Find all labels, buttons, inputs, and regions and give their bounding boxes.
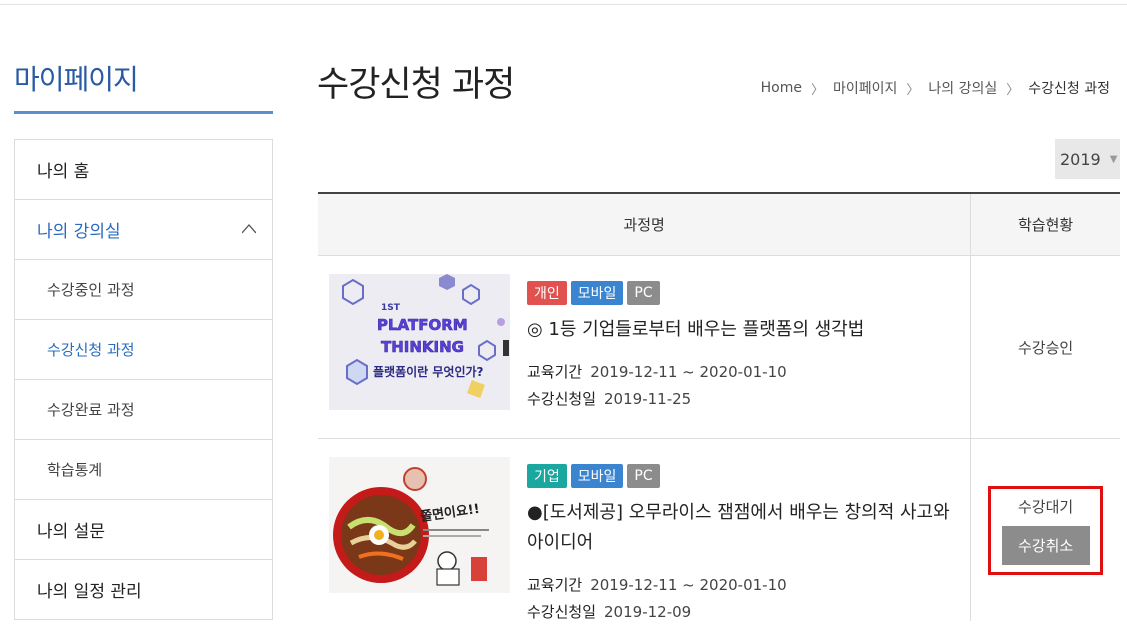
apply-value: 2019-11-25 (604, 390, 692, 408)
period-value: 2019-12-11 ~ 2020-01-10 (590, 363, 787, 381)
badge-type: 개인 (527, 281, 567, 305)
sidebar-item-label: 수강중인 과정 (47, 281, 135, 299)
year-select-value: 2019 (1060, 149, 1101, 169)
column-header-course: 과정명 (318, 194, 972, 255)
svg-text:THINKING: THINKING (381, 338, 464, 356)
sidebar-item-label: 나의 일정 관리 (37, 582, 142, 602)
sidebar-item-survey[interactable]: 나의 설문 (15, 500, 272, 560)
top-divider (0, 4, 1127, 5)
course-period: 교육기간 2019-12-11 ~ 2020-01-10 (527, 572, 957, 599)
sidebar-item-label: 학습통계 (47, 461, 103, 479)
sidebar-item-classroom[interactable]: 나의 강의실 (15, 200, 272, 260)
column-header-status: 학습현황 (1017, 216, 1074, 234)
breadcrumb-current: 수강신청 과정 (1028, 81, 1110, 97)
course-cell: 1ST PLATFORM THINKING 플랫폼이란 무엇인가? 개인 모바일… (318, 256, 972, 438)
svg-text:PLATFORM: PLATFORM (377, 316, 468, 334)
table-row: 1ST PLATFORM THINKING 플랫폼이란 무엇인가? 개인 모바일… (318, 256, 1120, 439)
sidebar-item-home[interactable]: 나의 홈 (15, 140, 272, 200)
sidebar-item-label: 나의 강의실 (37, 222, 121, 242)
sidebar-item-applied[interactable]: 수강신청 과정 (15, 320, 272, 380)
badge-group: 기업 모바일 PC (527, 464, 957, 488)
sidebar-item-label: 수강완료 과정 (47, 401, 135, 419)
status-cell: 수강승인 (971, 256, 1120, 438)
svg-text:1ST: 1ST (381, 303, 401, 313)
chevron-right-icon: 〉 (810, 82, 824, 98)
highlight-box: 수강대기 수강취소 (988, 485, 1104, 575)
year-select[interactable]: 2019 ▼ (1055, 139, 1120, 179)
course-title-link[interactable]: ●[도서제공] 오무라이스 잼잼에서 배우는 창의적 사고와 아이디어 (527, 498, 957, 558)
status-text: 수강승인 (1017, 338, 1074, 357)
apply-label: 수강신청일 (527, 390, 597, 408)
apply-value: 2019-12-09 (604, 603, 692, 621)
chevron-right-icon: 〉 (906, 82, 920, 98)
sidebar-item-label: 나의 홈 (37, 162, 90, 182)
course-apply-date: 수강신청일 2019-12-09 (527, 599, 957, 626)
caret-down-icon: ▼ (1109, 153, 1118, 165)
badge-group: 개인 모바일 PC (527, 281, 957, 305)
chevron-up-icon (242, 224, 256, 234)
period-label: 교육기간 (527, 363, 583, 381)
course-info: 개인 모바일 PC ◎ 1등 기업들로부터 배우는 플랫폼의 생각법 교육기간 2… (527, 281, 957, 413)
status-text: 수강대기 (1017, 497, 1074, 516)
sidebar-menu: 나의 홈 나의 강의실 수강중인 과정 수강신청 과정 수강완료 과정 학습통계… (14, 139, 273, 620)
sidebar-title: 마이페이지 (14, 63, 139, 96)
badge-mobile: 모바일 (570, 464, 624, 488)
breadcrumb-classroom[interactable]: 나의 강의실 (928, 78, 997, 98)
sidebar-item-label: 수강신청 과정 (47, 341, 135, 359)
svg-text:플랫폼이란 무엇인가?: 플랫폼이란 무엇인가? (373, 364, 484, 379)
badge-pc: PC (627, 281, 660, 305)
sidebar-item-label: 나의 설문 (37, 522, 105, 542)
cancel-enrollment-button[interactable]: 수강취소 (1001, 525, 1090, 565)
sidebar-item-completed[interactable]: 수강완료 과정 (15, 380, 272, 440)
course-table: 과정명 학습현황 1ST PLATFORM THINKING 플랫폼이란 무엇인… (318, 192, 1120, 621)
sidebar-item-schedule[interactable]: 나의 일정 관리 (15, 560, 272, 620)
badge-mobile: 모바일 (570, 281, 624, 305)
table-row: 쫄면이요!! 기업 모바일 PC ●[도서제공] 오무라이스 잼잼에서 배우는 … (318, 439, 1120, 621)
table-header: 과정명 학습현황 (318, 194, 1120, 256)
apply-label: 수강신청일 (527, 603, 597, 621)
sidebar-item-in-progress[interactable]: 수강중인 과정 (15, 260, 272, 320)
sidebar-title-underline (14, 111, 273, 114)
course-info: 기업 모바일 PC ●[도서제공] 오무라이스 잼잼에서 배우는 창의적 사고와… (527, 464, 957, 626)
course-title-link[interactable]: ◎ 1등 기업들로부터 배우는 플랫폼의 생각법 (527, 315, 957, 345)
course-thumbnail[interactable]: 쫄면이요!! (329, 457, 510, 593)
course-apply-date: 수강신청일 2019-11-25 (527, 386, 957, 413)
chevron-right-icon: 〉 (1006, 82, 1020, 98)
status-cell: 수강대기 수강취소 (971, 439, 1120, 621)
sidebar-item-stats[interactable]: 학습통계 (15, 440, 272, 500)
breadcrumb: Home 〉 마이페이지 〉 나의 강의실 〉 수강신청 과정 (761, 78, 1110, 98)
breadcrumb-mypage[interactable]: 마이페이지 (833, 78, 897, 98)
course-thumbnail[interactable]: 1ST PLATFORM THINKING 플랫폼이란 무엇인가? (329, 274, 510, 410)
period-value: 2019-12-11 ~ 2020-01-10 (590, 576, 787, 594)
badge-pc: PC (627, 464, 660, 488)
course-period: 교육기간 2019-12-11 ~ 2020-01-10 (527, 359, 957, 386)
period-label: 교육기간 (527, 576, 583, 594)
breadcrumb-home[interactable]: Home (761, 80, 802, 96)
course-cell: 쫄면이요!! 기업 모바일 PC ●[도서제공] 오무라이스 잼잼에서 배우는 … (318, 439, 972, 621)
badge-type: 기업 (527, 464, 567, 488)
page-title: 수강신청 과정 (317, 65, 515, 105)
